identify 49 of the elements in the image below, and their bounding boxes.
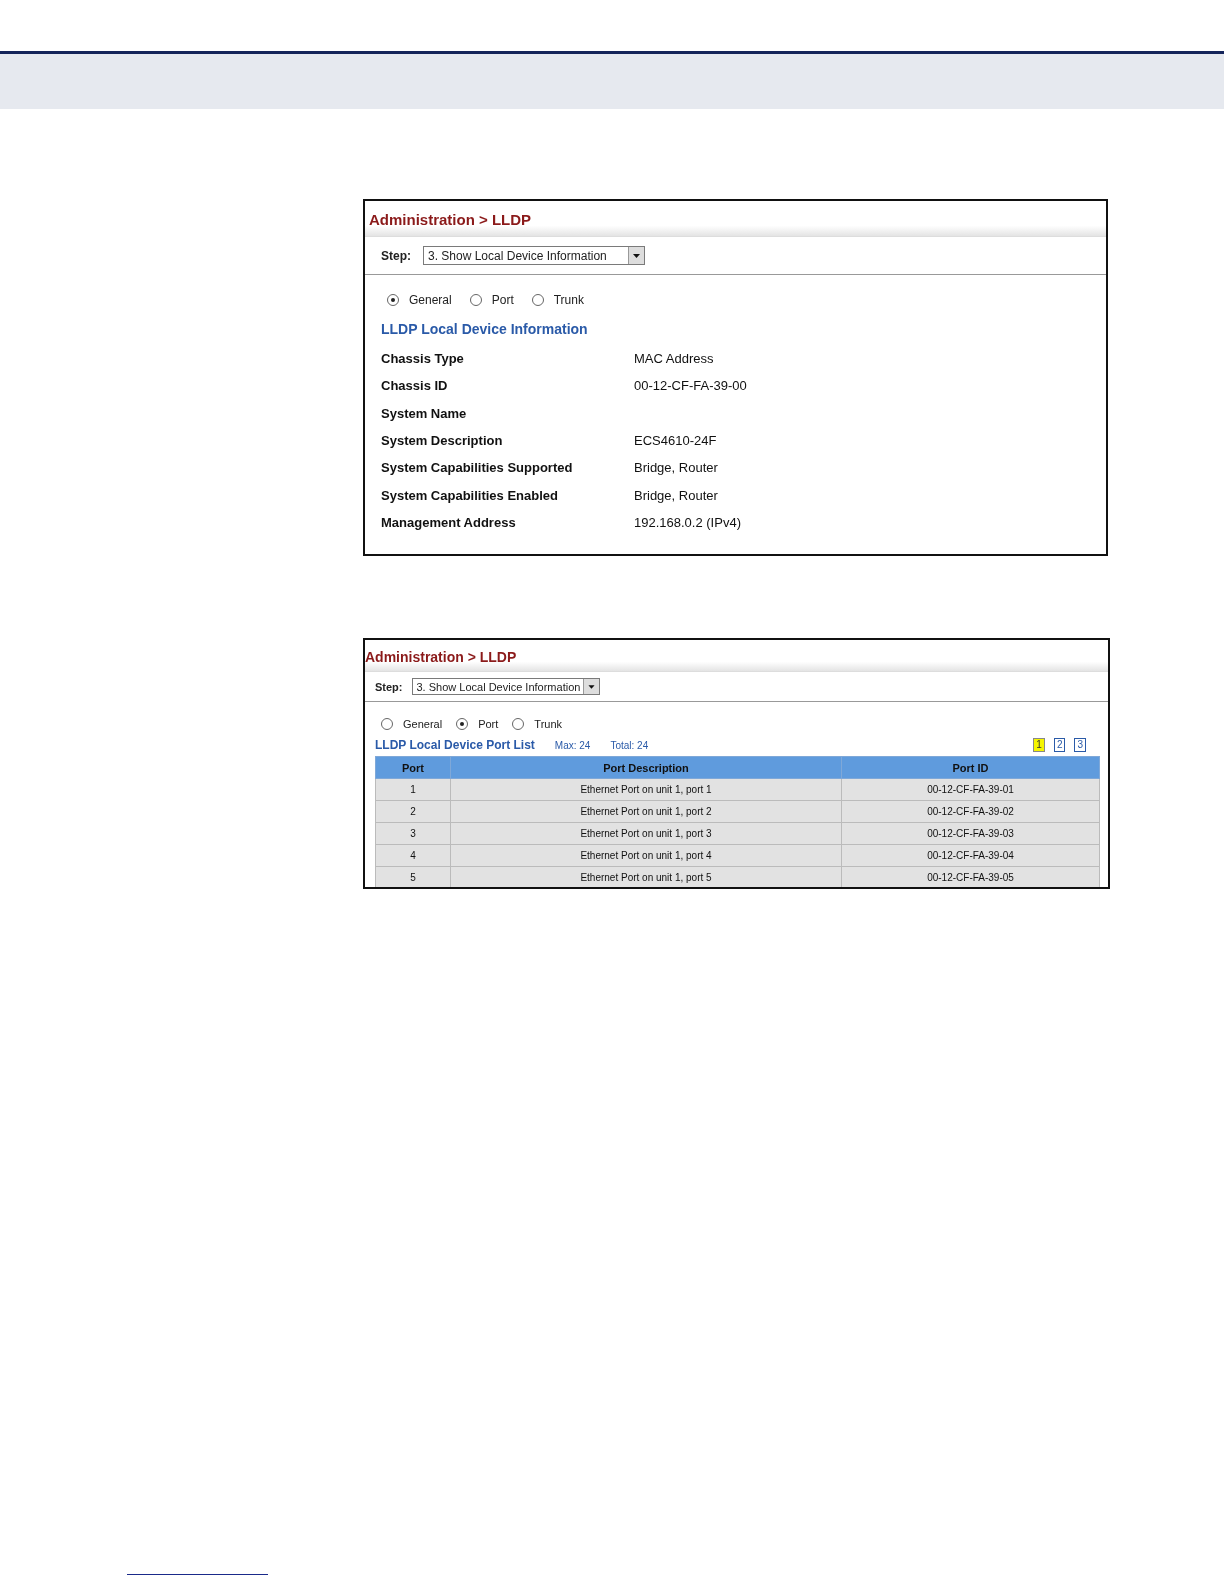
page-link[interactable]: 3 — [1074, 738, 1086, 752]
field-label: System Description — [381, 433, 504, 449]
table-cell: Ethernet Port on unit 1, port 1 — [450, 778, 842, 801]
table-cell: 3 — [375, 822, 451, 845]
radio-option[interactable]: Port — [456, 718, 499, 730]
section-title: LLDP Local Device Port List — [375, 738, 535, 752]
radio-option[interactable]: Trunk — [531, 293, 584, 307]
page-link[interactable]: 1 — [1033, 738, 1045, 752]
column-header: Port ID — [841, 756, 1100, 779]
field-value: 192.168.0.2 (IPv4) — [634, 514, 742, 530]
page-link[interactable]: 2 — [1053, 738, 1066, 752]
max-count: Max: 24 — [554, 739, 591, 751]
field-value: Bridge, Router — [634, 487, 719, 503]
table-cell: 00-12-CF-FA-39-04 — [841, 844, 1100, 867]
field-label: Management Address — [381, 514, 517, 530]
table-cell: Ethernet Port on unit 1, port 4 — [450, 844, 842, 867]
step-select[interactable]: 3. Show Local Device Information — [423, 246, 645, 265]
table-cell: 00-12-CF-FA-39-01 — [841, 778, 1100, 801]
field-label: System Name — [381, 405, 468, 421]
step-select[interactable]: 3. Show Local Device Information — [411, 678, 600, 695]
caret-icon — [628, 247, 644, 264]
table-cell: Ethernet Port on unit 1, port 5 — [450, 866, 842, 887]
table-cell: Ethernet Port on unit 1, port 3 — [450, 822, 842, 845]
table-cell: 5 — [375, 866, 451, 887]
field-value: MAC Address — [634, 351, 715, 367]
table-cell: 1 — [375, 778, 451, 801]
step-label: Step: — [375, 680, 403, 693]
table-cell: 00-12-CF-FA-39-02 — [841, 800, 1100, 823]
field-label: System Capabilities Supported — [381, 460, 574, 476]
radio-option[interactable]: Trunk — [512, 718, 563, 730]
column-header: Port Description — [450, 756, 842, 779]
field-label: System Capabilities Enabled — [381, 487, 559, 503]
total-count: Total: 24 — [610, 739, 649, 751]
field-value: 00-12-CF-FA-39-00 — [634, 378, 748, 394]
radio-option[interactable]: Port — [469, 293, 514, 307]
table-cell: 4 — [375, 844, 451, 867]
table-cell: 2 — [375, 800, 451, 823]
section-title: LLDP Local Device Information — [380, 321, 589, 339]
caret-icon — [582, 679, 599, 694]
table-cell: Ethernet Port on unit 1, port 2 — [450, 800, 842, 823]
field-label: Chassis Type — [381, 351, 465, 367]
table-cell: 00-12-CF-FA-39-03 — [841, 822, 1100, 845]
step-label: Step: — [381, 248, 411, 263]
column-header: Port — [375, 756, 451, 779]
field-value: ECS4610-24F — [634, 433, 718, 449]
radio-option[interactable]: General — [387, 293, 452, 307]
radio-option[interactable]: General — [381, 718, 443, 730]
field-value: Bridge, Router — [634, 460, 719, 476]
field-label: Chassis ID — [381, 378, 449, 394]
